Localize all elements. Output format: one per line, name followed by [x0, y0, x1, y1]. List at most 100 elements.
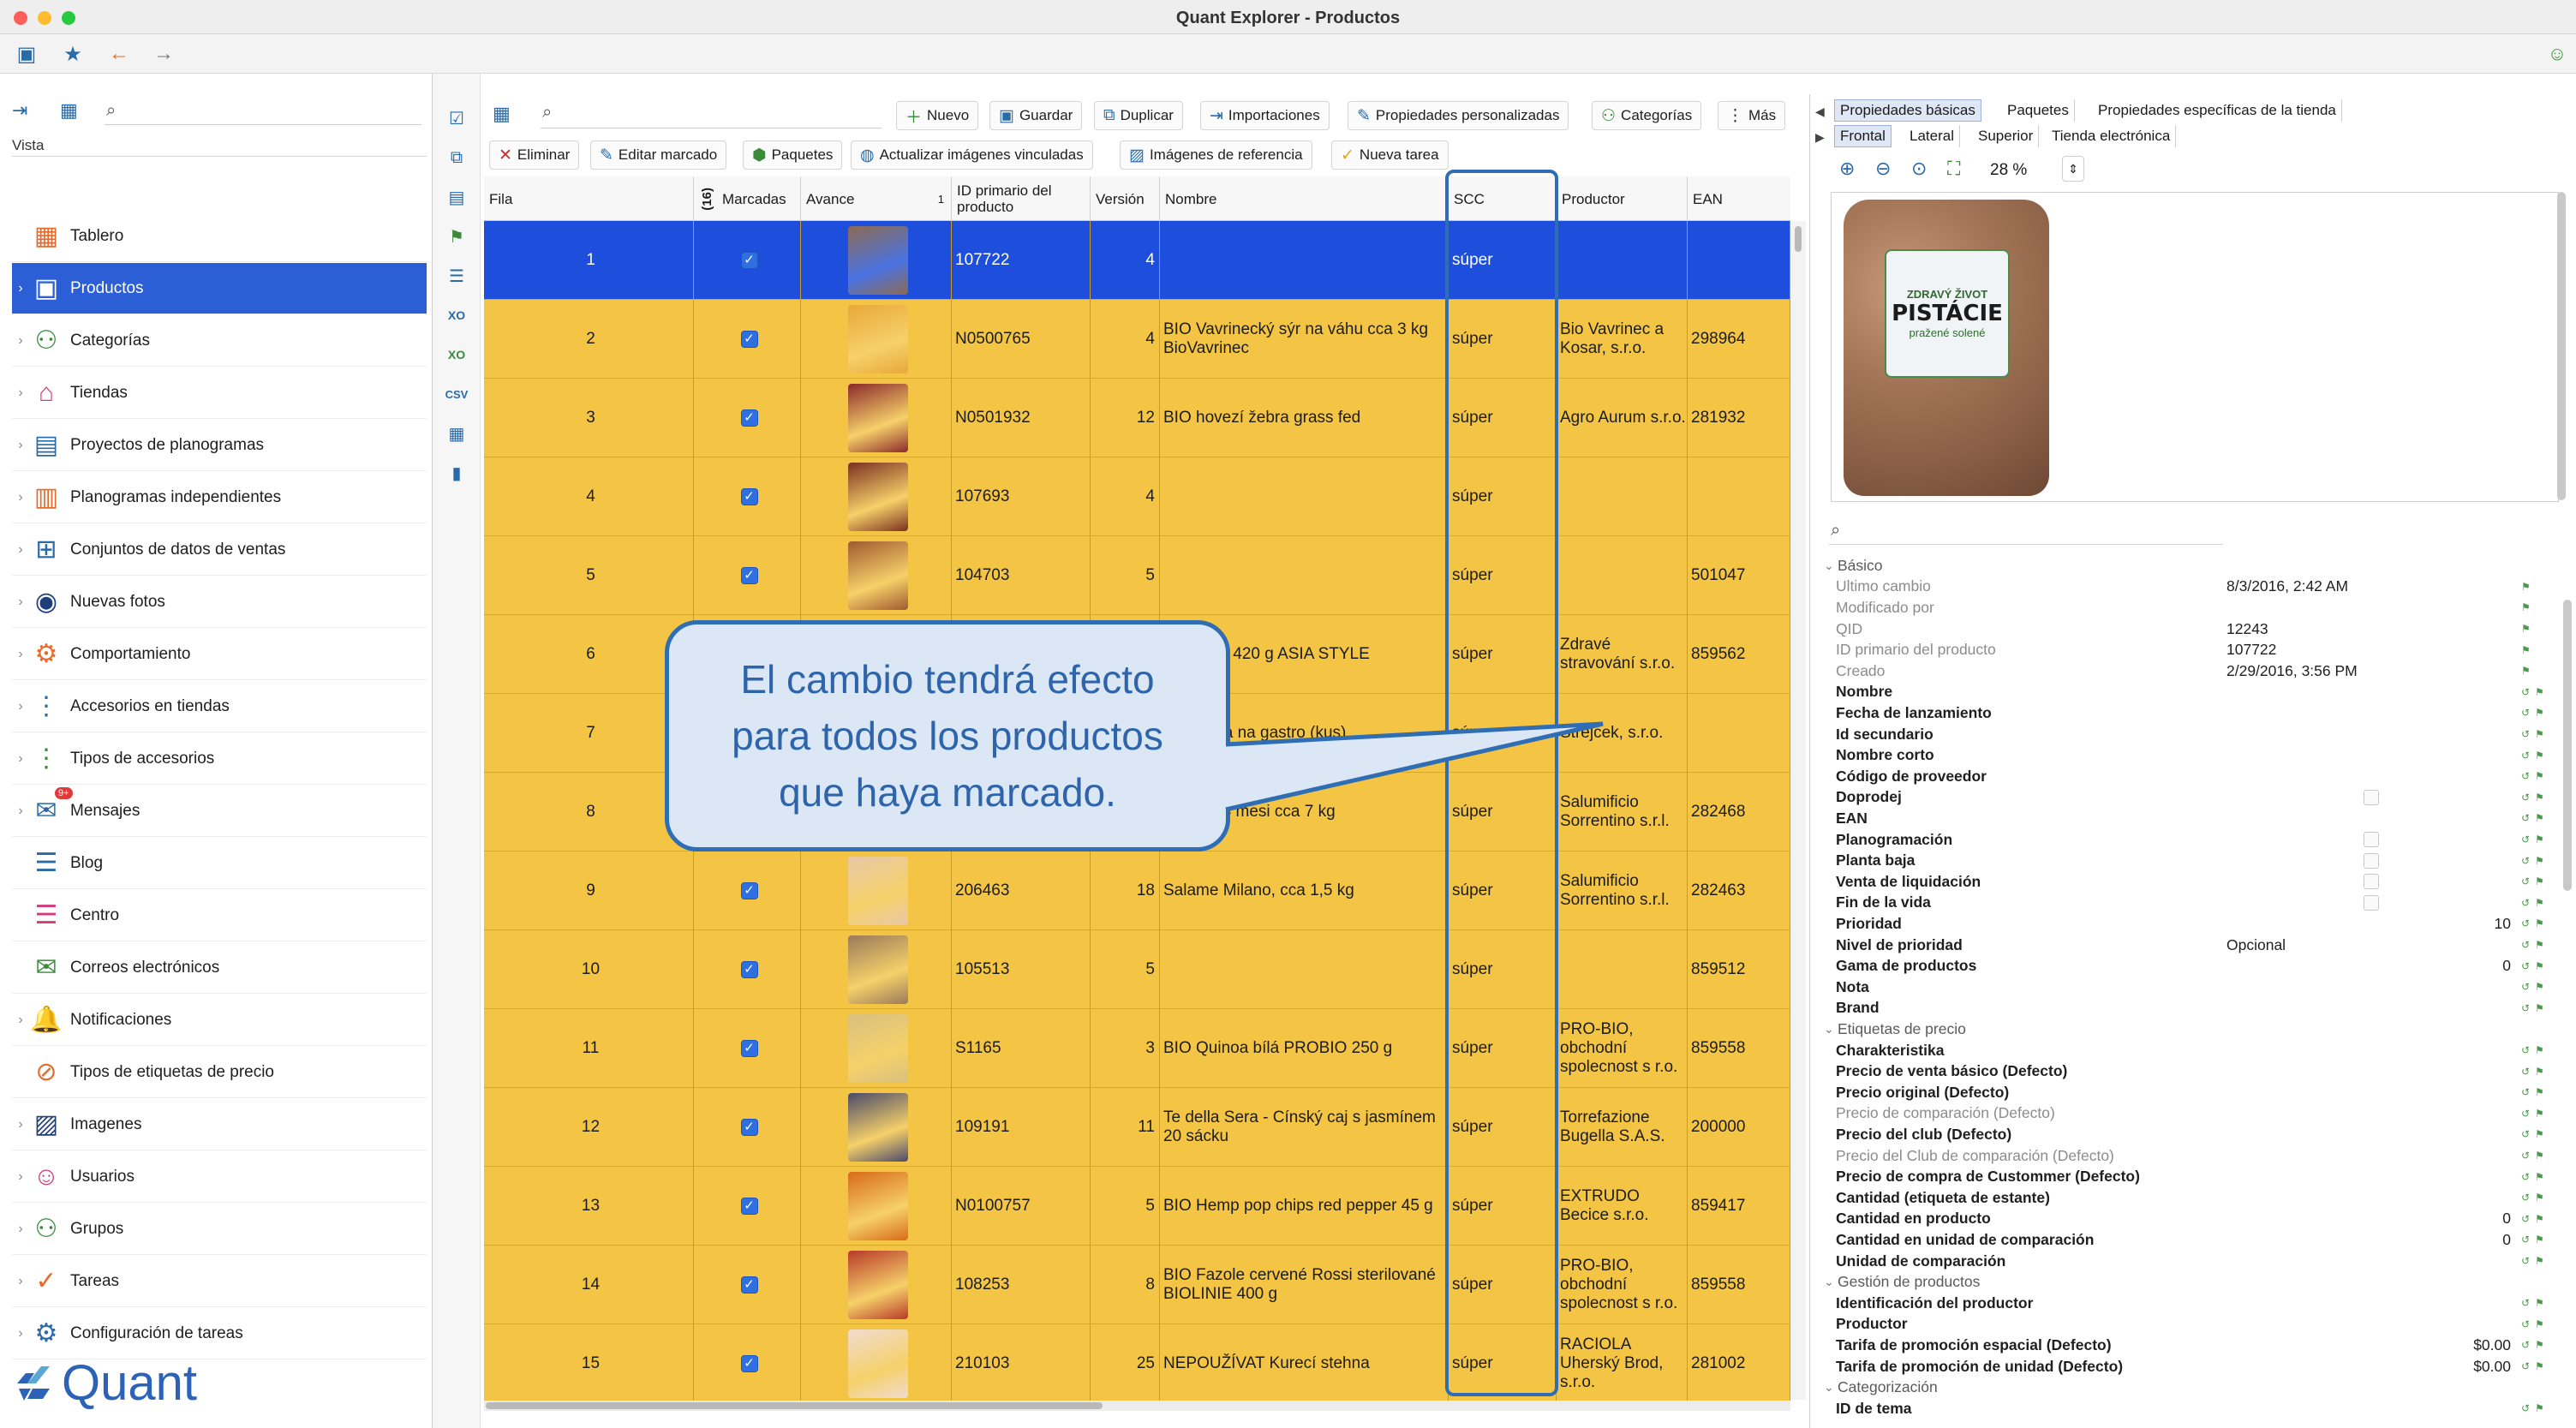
- expand-chevron-icon[interactable]: ›: [12, 1169, 29, 1185]
- property-row[interactable]: Nombre ↺⚑: [1827, 682, 2564, 703]
- property-row[interactable]: Tarifa de promoción de unidad (Defecto) $…: [1827, 1356, 2564, 1377]
- header-nombre[interactable]: Nombre: [1160, 176, 1449, 221]
- property-section[interactable]: ⌄ Gestión de productos: [1824, 1271, 2564, 1293]
- header-avance[interactable]: Avance 1: [801, 176, 952, 221]
- property-action-icon[interactable]: ↺⚑: [2521, 770, 2552, 782]
- expand-chevron-icon[interactable]: ›: [12, 699, 29, 714]
- new-task-button[interactable]: ✓ Nueva tarea: [1331, 140, 1449, 170]
- expand-chevron-icon[interactable]: ›: [12, 281, 29, 296]
- property-search-input[interactable]: ⌕: [1829, 519, 2223, 545]
- property-row[interactable]: Precio del club (Defecto) ↺⚑: [1827, 1124, 2564, 1145]
- expand-chevron-icon[interactable]: ›: [12, 595, 29, 610]
- property-value[interactable]: 107722: [2226, 641, 2276, 659]
- property-action-icon[interactable]: ↺⚑: [2521, 917, 2552, 929]
- update-linked-images-button[interactable]: ◍ Actualizar imágenes vinculadas: [851, 140, 1093, 170]
- table-vertical-scroll-thumb[interactable]: [1795, 226, 1802, 252]
- section-chevron-icon[interactable]: ⌄: [1824, 1380, 1834, 1395]
- expand-chevron-icon[interactable]: ›: [12, 1326, 29, 1341]
- sidebar-item-accessory-types[interactable]: › ⋮ Tipos de accesorios: [12, 733, 427, 785]
- property-checkbox[interactable]: [2364, 789, 2379, 805]
- property-action-icon[interactable]: ↺⚑: [2521, 1150, 2552, 1162]
- grid-search-input[interactable]: ⌕: [541, 101, 882, 128]
- property-action-icon[interactable]: ⚑: [2521, 644, 2552, 656]
- marked-checkbox[interactable]: ✓: [740, 1276, 758, 1294]
- delete-button[interactable]: ✕ Eliminar: [489, 140, 580, 170]
- export-csv-icon[interactable]: CSV: [445, 382, 469, 406]
- property-action-icon[interactable]: ↺⚑: [2521, 1318, 2552, 1330]
- table-row[interactable]: 12 ✓ 109191 11 Te della Sera - Cínský caj s …: [484, 1088, 1790, 1167]
- expand-chevron-icon[interactable]: ›: [12, 1274, 29, 1289]
- sidebar-item-planogram-projects[interactable]: › ▤ Proyectos de planogramas: [12, 420, 427, 471]
- sidebar-search-input[interactable]: ⌕: [105, 99, 421, 125]
- property-action-icon[interactable]: ↺⚑: [2521, 1213, 2552, 1225]
- select-all-icon[interactable]: ☑: [445, 106, 469, 130]
- sidebar-item-task-settings[interactable]: › ⚙ Configuración de tareas: [12, 1308, 427, 1359]
- marked-checkbox[interactable]: ✓: [740, 1198, 758, 1215]
- document-icon[interactable]: ▤: [445, 185, 469, 209]
- property-row[interactable]: Tarifa de promoción espacial (Defecto) $0…: [1827, 1335, 2564, 1356]
- marked-checkbox[interactable]: ✓: [740, 961, 758, 978]
- header-version[interactable]: Versión: [1091, 176, 1160, 221]
- expand-chevron-icon[interactable]: ›: [12, 385, 29, 401]
- tab-basic-properties[interactable]: Propiedades básicas: [1834, 99, 1981, 122]
- expand-chevron-icon[interactable]: ›: [12, 1013, 29, 1028]
- sidebar-item-categories[interactable]: › ⚇ Categorías: [12, 315, 427, 367]
- property-row[interactable]: ID de tema ↺⚑: [1827, 1398, 2564, 1419]
- expand-chevron-icon[interactable]: ›: [12, 333, 29, 349]
- header-productor[interactable]: Productor: [1557, 176, 1688, 221]
- property-row[interactable]: Precio de compra de Custommer (Defecto) ↺…: [1827, 1166, 2564, 1187]
- property-action-icon[interactable]: ↺⚑: [2521, 728, 2552, 740]
- property-action-icon[interactable]: ↺⚑: [2521, 833, 2552, 845]
- sidebar-item-stores[interactable]: › ⌂ Tiendas: [12, 367, 427, 419]
- property-row[interactable]: Cantidad (etiqueta de estante) ↺⚑: [1827, 1187, 2564, 1209]
- property-action-icon[interactable]: ↺⚑: [2521, 1108, 2552, 1120]
- property-value[interactable]: $0.00: [2473, 1336, 2511, 1354]
- sidebar-item-messages[interactable]: › ✉ Mensajes 9+: [12, 786, 427, 837]
- chart-icon[interactable]: ▮: [445, 461, 469, 485]
- save-button[interactable]: ▣ Guardar: [989, 101, 1083, 130]
- tag-icon[interactable]: ⚑: [445, 224, 469, 248]
- sidebar-item-notifications[interactable]: › 🔔 Notificaciones: [12, 995, 427, 1046]
- marked-checkbox[interactable]: ✓: [740, 331, 758, 348]
- image-scrollbar[interactable]: [2557, 192, 2566, 500]
- property-checkbox[interactable]: [2364, 894, 2379, 911]
- table-row[interactable]: 4 ✓ 107693 4 súper: [484, 457, 1790, 536]
- table-horizontal-scrollbar[interactable]: [484, 1401, 1790, 1411]
- property-action-icon[interactable]: ⚑: [2521, 623, 2552, 635]
- header-scc[interactable]: SCC: [1449, 176, 1557, 221]
- copy-icon[interactable]: ⧉: [445, 146, 469, 170]
- export-xml-icon[interactable]: XO: [445, 303, 469, 327]
- property-row[interactable]: Precio original (Defecto) ↺⚑: [1827, 1082, 2564, 1103]
- property-row[interactable]: Doprodej ↺⚑: [1827, 787, 2564, 809]
- sidebar-item-users[interactable]: › ☺ Usuarios: [12, 1151, 427, 1203]
- property-action-icon[interactable]: ↺⚑: [2521, 1234, 2552, 1246]
- table-row[interactable]: 9 ✓ 206463 18 Salame Milano, cca 1,5 kg súper…: [484, 851, 1790, 930]
- header-marcadas[interactable]: (16) Marcadas: [694, 176, 801, 221]
- property-row[interactable]: Ultimo cambio 8/3/2016, 2:42 AM ⚑: [1827, 577, 2564, 598]
- marked-checkbox[interactable]: ✓: [740, 1355, 758, 1372]
- property-action-icon[interactable]: ↺⚑: [2521, 939, 2552, 951]
- property-action-icon[interactable]: ↺⚑: [2521, 1066, 2552, 1078]
- expand-chevron-icon[interactable]: ›: [12, 1117, 29, 1132]
- header-ean[interactable]: EAN: [1688, 176, 1790, 221]
- property-action-icon[interactable]: ↺⚑: [2521, 792, 2552, 804]
- property-action-icon[interactable]: ↺⚑: [2521, 1192, 2552, 1204]
- property-row[interactable]: ID primario del producto 107722 ⚑: [1827, 639, 2564, 660]
- favorites-star-icon[interactable]: ★: [60, 41, 86, 67]
- reference-images-button[interactable]: ▨ Imágenes de referencia: [1120, 140, 1312, 170]
- more-button[interactable]: ⋮ Más: [1718, 101, 1786, 130]
- collapse-right-icon[interactable]: ▶: [1815, 130, 1825, 145]
- property-action-icon[interactable]: ↺⚑: [2521, 1171, 2552, 1183]
- sidebar-item-price-tag-types[interactable]: ⊘ Tipos de etiquetas de precio: [12, 1047, 427, 1098]
- property-row[interactable]: EAN ↺⚑: [1827, 808, 2564, 829]
- property-section[interactable]: ⌄ Categorización: [1824, 1377, 2564, 1398]
- expand-chevron-icon[interactable]: ›: [12, 751, 29, 767]
- property-row[interactable]: Cantidad en unidad de comparación 0 ↺⚑: [1827, 1229, 2564, 1251]
- property-row[interactable]: Precio de comparación (Defecto) ↺⚑: [1827, 1103, 2564, 1125]
- marked-checkbox[interactable]: ✓: [740, 252, 758, 269]
- property-action-icon[interactable]: ↺⚑: [2521, 981, 2552, 993]
- zoom-level[interactable]: 28 %: [1990, 161, 2027, 180]
- zoom-stepper[interactable]: ⇕: [2062, 156, 2084, 182]
- packages-button[interactable]: ⬢ Paquetes: [743, 140, 843, 170]
- table-settings-icon[interactable]: ▦: [445, 421, 469, 445]
